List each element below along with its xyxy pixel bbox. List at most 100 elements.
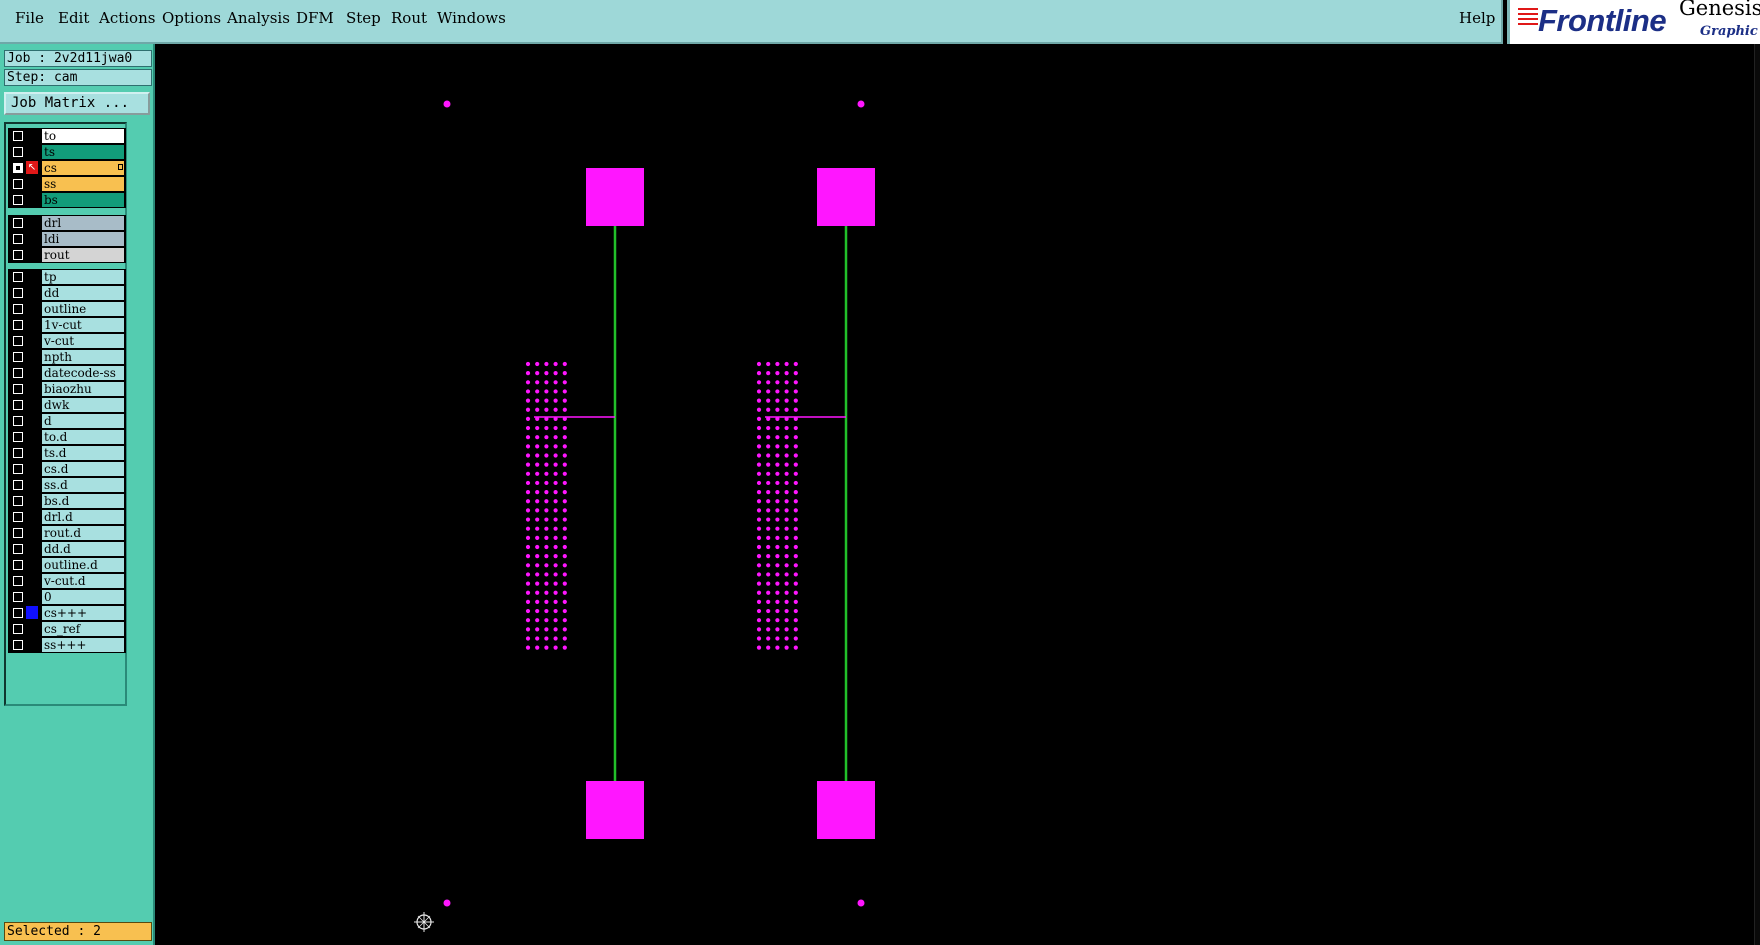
layer-row-to[interactable]: to: [8, 128, 126, 144]
layer-name[interactable]: rout: [42, 248, 124, 262]
layer-row-tp[interactable]: tp: [8, 269, 126, 285]
layer-name[interactable]: dd.d: [42, 542, 124, 556]
layer-display-checkbox[interactable]: [13, 528, 23, 538]
graphic-canvas[interactable]: [155, 44, 1754, 945]
layer-display-checkbox[interactable]: [13, 131, 23, 141]
layer-row-bs[interactable]: bs: [8, 192, 126, 208]
job-matrix-button[interactable]: Job Matrix ...: [4, 92, 150, 115]
layer-display-checkbox[interactable]: [13, 218, 23, 228]
layer-name[interactable]: to: [42, 129, 124, 143]
layer-row-cs+++[interactable]: cs+++: [8, 605, 126, 621]
menu-options[interactable]: Options: [162, 9, 221, 27]
layer-display-checkbox[interactable]: [13, 368, 23, 378]
layer-display-checkbox[interactable]: [13, 195, 23, 205]
layer-display-checkbox[interactable]: [13, 234, 23, 244]
layer-name[interactable]: biaozhu: [42, 382, 124, 396]
layer-row-cs.d[interactable]: cs.d: [8, 461, 126, 477]
layer-display-checkbox[interactable]: [13, 608, 23, 618]
layer-row-outline[interactable]: outline: [8, 301, 126, 317]
menu-windows[interactable]: Windows: [437, 9, 506, 27]
layer-row-biaozhu[interactable]: biaozhu: [8, 381, 126, 397]
layer-row-v-cut[interactable]: v-cut: [8, 333, 126, 349]
menu-rout[interactable]: Rout: [391, 9, 427, 27]
layer-name[interactable]: d: [42, 414, 124, 428]
layer-row-ts.d[interactable]: ts.d: [8, 445, 126, 461]
layer-display-checkbox[interactable]: [13, 384, 23, 394]
layer-display-checkbox[interactable]: [13, 624, 23, 634]
layer-name[interactable]: ts.d: [42, 446, 124, 460]
layer-display-checkbox[interactable]: [13, 432, 23, 442]
layer-name[interactable]: v-cut.d: [42, 574, 124, 588]
layer-row-outline.d[interactable]: outline.d: [8, 557, 126, 573]
layer-display-checkbox[interactable]: [13, 512, 23, 522]
layer-display-checkbox[interactable]: [13, 480, 23, 490]
layer-display-checkbox[interactable]: [13, 163, 23, 173]
layer-row-dd[interactable]: dd: [8, 285, 126, 301]
layer-display-checkbox[interactable]: [13, 336, 23, 346]
layer-row-ss.d[interactable]: ss.d: [8, 477, 126, 493]
layer-display-checkbox[interactable]: [13, 250, 23, 260]
layer-row-v-cut.d[interactable]: v-cut.d: [8, 573, 126, 589]
layer-display-checkbox[interactable]: [13, 288, 23, 298]
layer-name[interactable]: to.d: [42, 430, 124, 444]
layer-name[interactable]: cs.d: [42, 462, 124, 476]
layer-name[interactable]: ss+++: [42, 638, 124, 652]
layer-name[interactable]: cs+++: [42, 606, 124, 620]
layer-name[interactable]: 1v-cut: [42, 318, 124, 332]
layer-row-bs.d[interactable]: bs.d: [8, 493, 126, 509]
layer-name[interactable]: cs_ref: [42, 622, 124, 636]
layer-name[interactable]: ts: [42, 145, 124, 159]
layer-display-checkbox[interactable]: [13, 448, 23, 458]
layer-row-ldi[interactable]: ldi: [8, 231, 126, 247]
layer-row-drl[interactable]: drl: [8, 215, 126, 231]
layer-display-checkbox[interactable]: [13, 560, 23, 570]
layer-name[interactable]: cs: [42, 161, 124, 175]
layer-display-checkbox[interactable]: [13, 304, 23, 314]
layer-display-checkbox[interactable]: [13, 464, 23, 474]
layer-name[interactable]: ldi: [42, 232, 124, 246]
layer-name[interactable]: bs.d: [42, 494, 124, 508]
layer-name[interactable]: datecode-ss: [42, 366, 124, 380]
layer-name[interactable]: ss.d: [42, 478, 124, 492]
menu-analysis[interactable]: Analysis: [227, 9, 290, 27]
layer-name[interactable]: 0: [42, 590, 124, 604]
layer-display-checkbox[interactable]: [13, 416, 23, 426]
menu-actions[interactable]: Actions: [99, 9, 155, 27]
layer-display-checkbox[interactable]: [13, 320, 23, 330]
layer-row-drl.d[interactable]: drl.d: [8, 509, 126, 525]
layer-name[interactable]: outline: [42, 302, 124, 316]
layer-row-ss[interactable]: ss: [8, 176, 126, 192]
layer-display-checkbox[interactable]: [13, 272, 23, 282]
layer-row-npth[interactable]: npth: [8, 349, 126, 365]
layer-display-checkbox[interactable]: [13, 147, 23, 157]
layer-name[interactable]: drl.d: [42, 510, 124, 524]
menu-edit[interactable]: Edit: [58, 9, 89, 27]
layer-row-ss+++[interactable]: ss+++: [8, 637, 126, 653]
layer-row-dwk[interactable]: dwk: [8, 397, 126, 413]
layer-name[interactable]: drl: [42, 216, 124, 230]
layer-name[interactable]: tp: [42, 270, 124, 284]
layer-display-checkbox[interactable]: [13, 179, 23, 189]
layer-display-checkbox[interactable]: [13, 640, 23, 650]
layer-name[interactable]: rout.d: [42, 526, 124, 540]
layer-name[interactable]: ss: [42, 177, 124, 191]
layer-row-rout.d[interactable]: rout.d: [8, 525, 126, 541]
canvas-edge-scrollbar[interactable]: [1754, 44, 1760, 945]
layer-row-cs[interactable]: ↖ cs: [8, 160, 126, 176]
layer-name[interactable]: dd: [42, 286, 124, 300]
layer-row-1v-cut[interactable]: 1v-cut: [8, 317, 126, 333]
menu-file[interactable]: File: [15, 9, 44, 27]
layer-name[interactable]: v-cut: [42, 334, 124, 348]
menu-step[interactable]: Step: [346, 9, 381, 27]
layer-display-checkbox[interactable]: [13, 496, 23, 506]
layer-display-checkbox[interactable]: [13, 576, 23, 586]
layer-name[interactable]: bs: [42, 193, 124, 207]
layer-row-0[interactable]: 0: [8, 589, 126, 605]
layer-row-to.d[interactable]: to.d: [8, 429, 126, 445]
menu-help[interactable]: Help: [1459, 9, 1495, 27]
layer-name[interactable]: dwk: [42, 398, 124, 412]
layer-row-datecode-ss[interactable]: datecode-ss: [8, 365, 126, 381]
layer-display-checkbox[interactable]: [13, 352, 23, 362]
layer-row-ts[interactable]: ts: [8, 144, 126, 160]
layer-display-checkbox[interactable]: [13, 400, 23, 410]
